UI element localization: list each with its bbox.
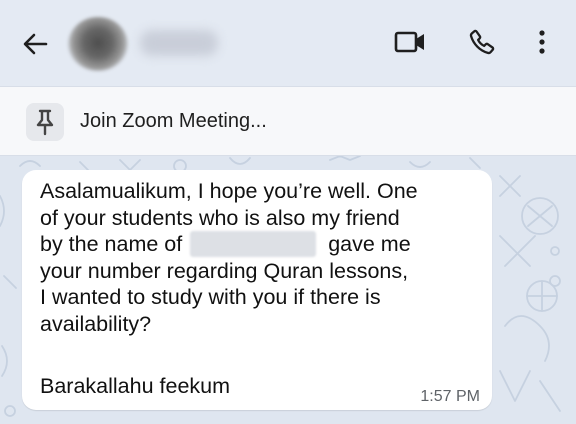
back-arrow-icon[interactable] <box>18 27 52 61</box>
more-vertical-icon <box>537 28 547 61</box>
video-camera-icon <box>393 29 427 60</box>
chat-header <box>0 0 576 86</box>
pinned-message-bar[interactable]: Join Zoom Meeting... <box>0 86 576 156</box>
video-call-button[interactable] <box>392 26 428 62</box>
phone-icon <box>468 28 496 61</box>
message-text: Asalamualikum, I hope you’re well. One o… <box>40 178 480 337</box>
message-line: by the name of gave me <box>40 231 480 258</box>
contact-name-redacted[interactable] <box>140 30 218 56</box>
push-pin-icon <box>26 103 64 141</box>
message-signoff: Barakallahu feekum <box>40 374 231 398</box>
pinned-message-text: Join Zoom Meeting... <box>80 110 267 132</box>
message-fragment: by the name of <box>40 232 183 256</box>
message-line: your number regarding Quran lessons, <box>40 258 409 283</box>
voice-call-button[interactable] <box>464 26 500 62</box>
message-timestamp: 1:57 PM <box>420 388 480 405</box>
message-line: of your students who is also my friend <box>40 205 400 230</box>
message-line: availability? <box>40 311 152 336</box>
message-line: Asalamualikum, I hope you’re well. One <box>40 179 418 203</box>
message-line: I wanted to study with you if there is <box>40 285 381 309</box>
message-fragment: gave me <box>328 232 411 256</box>
more-options-button[interactable] <box>524 26 560 62</box>
redacted-name <box>190 231 317 257</box>
contact-avatar[interactable] <box>68 17 128 71</box>
